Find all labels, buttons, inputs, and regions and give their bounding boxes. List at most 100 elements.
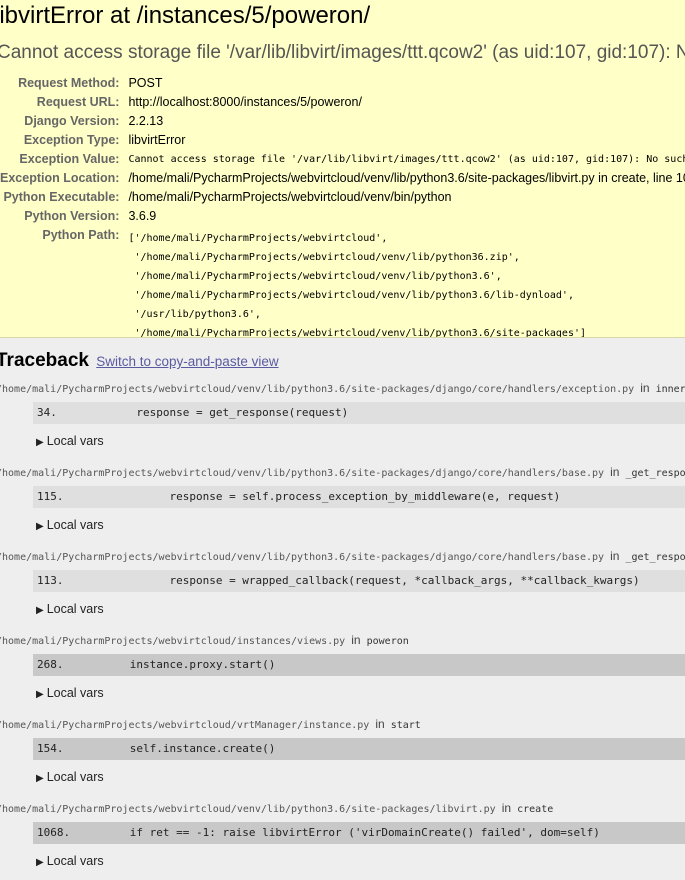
- frame-header: /home/mali/PycharmProjects/webvirtcloud/…: [0, 458, 685, 486]
- frame-code: response = self.process_exception_by_mid…: [63, 490, 561, 503]
- frame-in-word: in: [501, 801, 512, 815]
- frame-lineno: 115.: [37, 490, 64, 503]
- traceback-frame: /home/mali/PycharmProjects/webvirtcloud/…: [0, 794, 685, 878]
- meta-value: libvirtError: [128, 133, 186, 147]
- frame-lineno: 34.: [37, 406, 57, 419]
- frame-list: /home/mali/PycharmProjects/webvirtcloud/…: [0, 374, 685, 878]
- frame-header: /home/mali/PycharmProjects/webvirtcloud/…: [0, 626, 685, 654]
- request-meta-table: Request Method: POST Request URL: http://lo…: [0, 74, 685, 338]
- local-vars-label: Local vars: [46, 602, 104, 616]
- frame-in-word: in: [351, 633, 361, 647]
- meta-value: ['/home/mali/PycharmProjects/webvirtclou…: [128, 226, 685, 338]
- frame-code: if ret == -1: raise libvirtError ('virDo…: [70, 826, 600, 839]
- frame-filename: /home/mali/PycharmProjects/webvirtcloud/…: [0, 636, 346, 647]
- python-path-entry: '/home/mali/PycharmProjects/webvirtcloud…: [128, 271, 502, 282]
- triangle-right-icon: ▶: [36, 773, 44, 784]
- local-vars-toggle[interactable]: ▶ Local vars: [36, 676, 685, 710]
- frame-filename: /home/mali/PycharmProjects/webvirtcloud/…: [0, 720, 370, 731]
- frame-filename: /home/mali/PycharmProjects/webvirtcloud/…: [0, 552, 605, 563]
- frame-header: /home/mali/PycharmProjects/webvirtcloud/…: [0, 542, 685, 570]
- local-vars-toggle[interactable]: ▶ Local vars: [36, 508, 685, 542]
- local-vars-label: Local vars: [46, 686, 104, 700]
- triangle-right-icon: ▶: [36, 521, 44, 532]
- meta-row: Exception Location: /home/mali/PycharmPro…: [0, 169, 685, 188]
- meta-value: 2.2.13: [128, 114, 164, 128]
- python-path-entry: ['/home/mali/PycharmProjects/webvirtclou…: [128, 233, 388, 244]
- meta-value: 3.6.9: [128, 209, 157, 223]
- frame-code: response = wrapped_callback(request, *ca…: [63, 574, 640, 587]
- meta-value: http://localhost:8000/instances/5/powero…: [128, 95, 362, 109]
- local-vars-label: Local vars: [46, 434, 104, 448]
- python-path-entry: '/home/mali/PycharmProjects/webvirtcloud…: [128, 290, 574, 301]
- frame-code: self.instance.create(): [63, 742, 276, 755]
- meta-label: Django Version:: [24, 114, 120, 128]
- switch-copy-paste-link[interactable]: Switch to copy-and-paste view: [96, 354, 278, 369]
- frame-context-line[interactable]: 34. response = get_response(request): [33, 402, 685, 424]
- meta-value: Cannot access storage file '/var/lib/lib…: [128, 154, 685, 165]
- python-path-entry: '/home/mali/PycharmProjects/webvirtcloud…: [128, 328, 587, 338]
- meta-row: Python Version: 3.6.9: [0, 207, 685, 226]
- local-vars-toggle[interactable]: ▶ Local vars: [36, 424, 685, 458]
- meta-label: Python Executable:: [3, 190, 120, 204]
- frame-filename: /home/mali/PycharmProjects/webvirtcloud/…: [0, 384, 635, 395]
- triangle-right-icon: ▶: [36, 689, 44, 700]
- meta-row: Request URL: http://localhost:8000/instan…: [0, 93, 685, 112]
- meta-label: Request Method:: [18, 76, 120, 90]
- frame-header: /home/mali/PycharmProjects/webvirtcloud/…: [0, 794, 685, 822]
- frame-function: inner: [655, 384, 685, 395]
- local-vars-toggle[interactable]: ▶ Local vars: [36, 760, 685, 794]
- frame-in-word: in: [640, 381, 650, 395]
- frame-code: instance.proxy.start(): [63, 658, 276, 671]
- triangle-right-icon: ▶: [36, 605, 44, 616]
- meta-label: Exception Value:: [19, 152, 120, 166]
- frame-function: start: [390, 720, 421, 731]
- page-title: libvirtError at /instances/5/poweron/: [0, 2, 371, 29]
- traceback-frame: /home/mali/PycharmProjects/webvirtcloud/…: [0, 458, 685, 542]
- frame-header: /home/mali/PycharmProjects/webvirtcloud/…: [0, 710, 685, 738]
- exception-value-heading: Cannot access storage file '/var/lib/lib…: [0, 42, 685, 63]
- frame-context-line[interactable]: 268. instance.proxy.start(): [33, 654, 685, 676]
- local-vars-toggle[interactable]: ▶ Local vars: [36, 844, 685, 878]
- meta-value: /home/mali/PycharmProjects/webvirtcloud/…: [128, 171, 685, 185]
- frame-in-word: in: [610, 549, 620, 563]
- frame-context-line[interactable]: 1068. if ret == -1: raise libvirtError (…: [33, 822, 685, 844]
- traceback-frame: /home/mali/PycharmProjects/webvirtcloud/…: [0, 374, 685, 458]
- frame-function: poweron: [366, 636, 409, 647]
- local-vars-label: Local vars: [46, 518, 104, 532]
- frame-function: create: [517, 804, 554, 815]
- frame-filename: /home/mali/PycharmProjects/webvirtcloud/…: [0, 468, 605, 479]
- frame-context-line[interactable]: 154. self.instance.create(): [33, 738, 685, 760]
- local-vars-label: Local vars: [46, 854, 104, 868]
- frame-in-word: in: [375, 717, 385, 731]
- meta-value: POST: [128, 76, 163, 90]
- frame-lineno: 268.: [37, 658, 64, 671]
- summary-panel: libvirtError at /instances/5/poweron/ Ca…: [0, 0, 685, 338]
- meta-label: Exception Location:: [0, 171, 120, 185]
- meta-label: Python Path:: [42, 228, 120, 242]
- frame-context-line[interactable]: 115. response = self.process_exception_b…: [33, 486, 685, 508]
- local-vars-label: Local vars: [46, 770, 104, 784]
- frame-code: response = get_response(request): [56, 406, 349, 419]
- frame-lineno: 154.: [37, 742, 64, 755]
- python-path-entry: '/home/mali/PycharmProjects/webvirtcloud…: [128, 252, 520, 263]
- triangle-right-icon: ▶: [36, 857, 44, 868]
- traceback-frame: /home/mali/PycharmProjects/webvirtcloud/…: [0, 542, 685, 626]
- meta-row: Django Version: 2.2.13: [0, 112, 685, 131]
- meta-label: Request URL:: [36, 95, 120, 109]
- frame-lineno: 1068.: [37, 826, 71, 839]
- traceback-frame: /home/mali/PycharmProjects/webvirtcloud/…: [0, 710, 685, 794]
- local-vars-toggle[interactable]: ▶ Local vars: [36, 592, 685, 626]
- traceback-title: Traceback: [0, 350, 89, 371]
- frame-lineno: 113.: [37, 574, 64, 587]
- meta-row: Request Method: POST: [0, 74, 685, 93]
- meta-row: Python Path: ['/home/mali/PycharmProjects…: [0, 226, 685, 338]
- frame-context-line[interactable]: 113. response = wrapped_callback(request…: [33, 570, 685, 592]
- meta-label: Exception Type:: [23, 133, 120, 147]
- meta-row: Python Executable: /home/mali/PycharmProj…: [0, 188, 685, 207]
- python-path-entry: '/usr/lib/python3.6',: [128, 309, 261, 320]
- frame-function: _get_response: [625, 552, 685, 563]
- meta-label: Python Version:: [24, 209, 120, 223]
- frame-in-word: in: [610, 465, 620, 479]
- frame-function: _get_response: [625, 468, 685, 479]
- frame-header: /home/mali/PycharmProjects/webvirtcloud/…: [0, 374, 685, 402]
